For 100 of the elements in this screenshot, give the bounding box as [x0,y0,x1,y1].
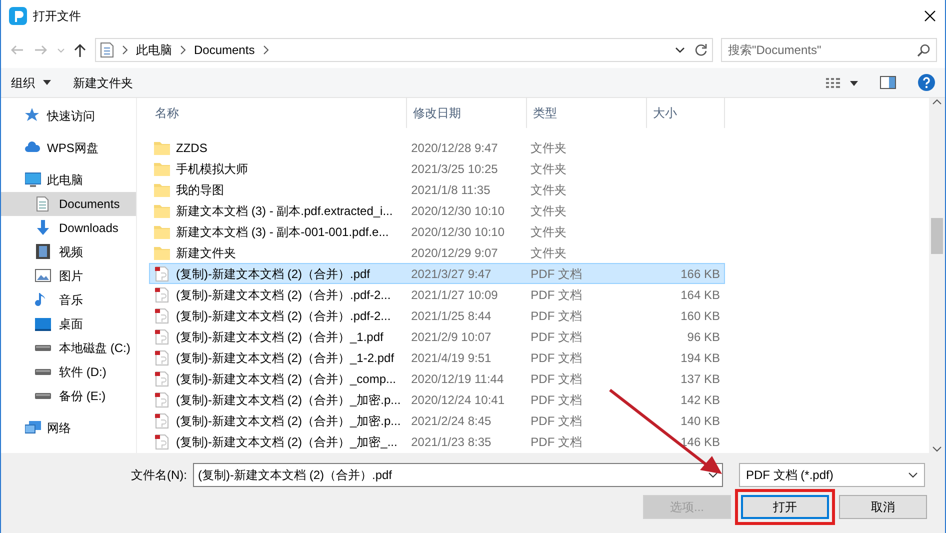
file-name: (复制)-新建文本文档 (2)（合并）.pdf [176,266,370,282]
network-icon [25,420,41,436]
folder-icon [154,182,170,198]
pdf-file-icon [154,308,170,324]
desktop-icon [35,316,51,332]
file-size: 164 KB [680,286,721,304]
file-type: PDF 文档 [530,286,584,304]
pdf-file-icon [154,434,170,450]
file-row[interactable]: (复制)-新建文本文档 (2)（合并）.pdf 2021/3/27 9:47 PDF 文档 166 KB [149,263,725,284]
file-name: (复制)-新建文本文档 (2)（合并）.pdf-2... [176,308,391,324]
breadcrumb-item[interactable]: Documents [194,41,255,59]
folder-icon [154,202,170,218]
scroll-down-icon[interactable] [932,445,942,453]
file-size: 142 KB [680,392,721,408]
sidebar-item[interactable]: 图片 [1,264,136,288]
sidebar-item[interactable]: 软件 (D:) [1,360,136,384]
file-date: 2021/1/27 10:09 [410,286,499,304]
file-name: (复制)-新建文本文档 (2)（合并）_加密.p... [176,412,401,430]
dialog-button[interactable]: 取消 [839,495,927,519]
pdf-file-icon [154,328,170,344]
file-type: PDF 文档 [530,350,584,366]
file-name: (复制)-新建文本文档 (2)（合并）_加密.p... [176,392,401,408]
sidebar-item[interactable]: Documents [1,192,136,216]
sidebar-item[interactable]: 桌面 [1,312,136,336]
column-header[interactable]: 修改日期 [407,98,527,128]
organize-menu[interactable]: 组织 [11,74,35,92]
file-name: (复制)-新建文本文档 (2)（合并）_1-2.pdf [176,350,394,366]
file-date: 2021/3/27 9:47 [410,266,492,282]
file-type: 文件夹 [530,244,568,262]
file-type: PDF 文档 [530,434,584,450]
file-row[interactable]: (复制)-新建文本文档 (2)（合并）_1.pdf 2021/2/9 10:07 PDF 文档 96 KB [149,326,725,347]
file-date: 2021/1/23 8:35 [410,434,492,450]
file-row[interactable]: 手机模拟大师 2021/3/25 10:25 文件夹 [149,158,725,179]
file-row[interactable]: ZZDS 2020/12/28 9:47 文件夹 [149,137,725,158]
file-type: PDF 文档 [530,328,584,346]
pdf-file-icon [154,350,170,366]
refresh-icon[interactable] [694,43,708,57]
chevron-icon[interactable] [262,45,269,55]
help-icon[interactable] [918,74,935,91]
pdf-file-icon [154,392,170,408]
file-row[interactable]: 新建文件夹 2020/12/29 9:07 文件夹 [149,242,725,263]
sidebar-item[interactable]: 此电脑 [1,168,136,192]
pdf-file-icon [154,286,170,302]
new-folder-button[interactable]: 新建文件夹 [73,74,133,92]
sidebar-item[interactable]: 备份 (E:) [1,384,136,408]
search-field[interactable]: 搜索"Documents" [721,38,937,62]
sidebar-item[interactable]: 网络 [1,416,136,440]
preview-pane-icon[interactable] [880,76,896,89]
file-row[interactable]: (复制)-新建文本文档 (2)（合并）.pdf-2... 2021/1/25 8:44 PDF 文档 160 KB [149,305,725,326]
file-row[interactable]: 新建文本文档 (3) - 副本.pdf.extracted_i... 2020/12/30 10:10 文件夹 [149,200,725,221]
file-name: (复制)-新建文本文档 (2)（合并）_加密_... [176,434,398,450]
file-name: 新建文本文档 (3) - 副本-001-001.pdf.e... [176,224,389,240]
folder-icon [154,244,170,260]
file-name: (复制)-新建文本文档 (2)（合并）_comp... [176,370,396,388]
sidebar-item[interactable]: 音乐 [1,288,136,312]
file-size: 146 KB [680,434,721,450]
file-type: 文件夹 [530,224,568,240]
file-type-dropdown[interactable]: PDF 文档 (*.pdf) [739,463,925,487]
sidebar-item[interactable]: 快速访问 [1,104,136,128]
column-header[interactable]: 名称 [149,98,407,128]
caret-icon[interactable] [43,80,51,85]
column-header[interactable]: 大小 [647,98,725,128]
view-options-icon[interactable] [826,76,858,88]
dropdown-caret-icon[interactable] [674,45,686,55]
scroll-up-icon[interactable] [932,98,942,106]
file-size: 160 KB [680,308,721,324]
file-row[interactable]: (复制)-新建文本文档 (2)（合并）_1-2.pdf 2021/4/19 9:51 PDF 文档 194 KB [149,347,725,368]
folder-icon [154,160,170,176]
sidebar-item[interactable]: 本地磁盘 (C:) [1,336,136,360]
filename-field[interactable]: (复制)-新建文本文档 (2)（合并）.pdf [193,463,723,487]
file-row[interactable]: (复制)-新建文本文档 (2)（合并）_加密.p... 2021/2/24 8:45 PDF 文档 140 KB [149,410,725,431]
star-icon [25,108,41,124]
up-arrow-icon[interactable] [73,42,87,58]
column-header[interactable]: 类型 [527,98,647,128]
drive-icon [35,369,51,375]
sidebar-item[interactable]: Downloads [1,216,136,240]
monitor-icon [25,172,41,188]
file-row[interactable]: 我的导图 2021/1/8 11:35 文件夹 [149,179,725,200]
dropdown-caret-icon [708,472,718,478]
file-row[interactable]: (复制)-新建文本文档 (2)（合并）_加密_... 2021/1/23 8:35 PDF 文档 146 KB [149,431,725,452]
breadcrumb-item[interactable]: 此电脑 [136,41,172,59]
sidebar-item[interactable]: 视频 [1,240,136,264]
file-name: (复制)-新建文本文档 (2)（合并）_1.pdf [176,328,384,346]
app-logo-icon [9,7,27,25]
file-row[interactable]: 新建文本文档 (3) - 副本-001-001.pdf.e... 2020/12/30 10:10 文件夹 [149,221,725,242]
file-name: (复制)-新建文本文档 (2)（合并）.pdf-2... [176,286,391,304]
sidebar-item[interactable]: WPS网盘 [1,136,136,160]
window-title: 打开文件 [33,8,81,25]
file-row[interactable]: (复制)-新建文本文档 (2)（合并）_comp... 2020/12/19 11:44 PDF 文档 137 KB [149,368,725,389]
scrollbar-thumb[interactable] [931,218,943,254]
download-arrow-icon [35,220,51,236]
picture-icon [35,268,51,284]
pdf-file-icon [154,266,170,282]
file-type: PDF 文档 [530,370,584,388]
file-date: 2020/12/19 11:44 [410,370,505,388]
file-type: PDF 文档 [530,412,584,430]
file-row[interactable]: (复制)-新建文本文档 (2)（合并）.pdf-2... 2021/1/27 10:09 PDF 文档 164 KB [149,284,725,305]
file-size: 166 KB [680,266,721,282]
filename-label: 文件名(N): [131,467,187,484]
file-row[interactable]: (复制)-新建文本文档 (2)（合并）_加密.p... 2020/12/24 10:41 PDF 文档 142 KB [149,389,725,410]
